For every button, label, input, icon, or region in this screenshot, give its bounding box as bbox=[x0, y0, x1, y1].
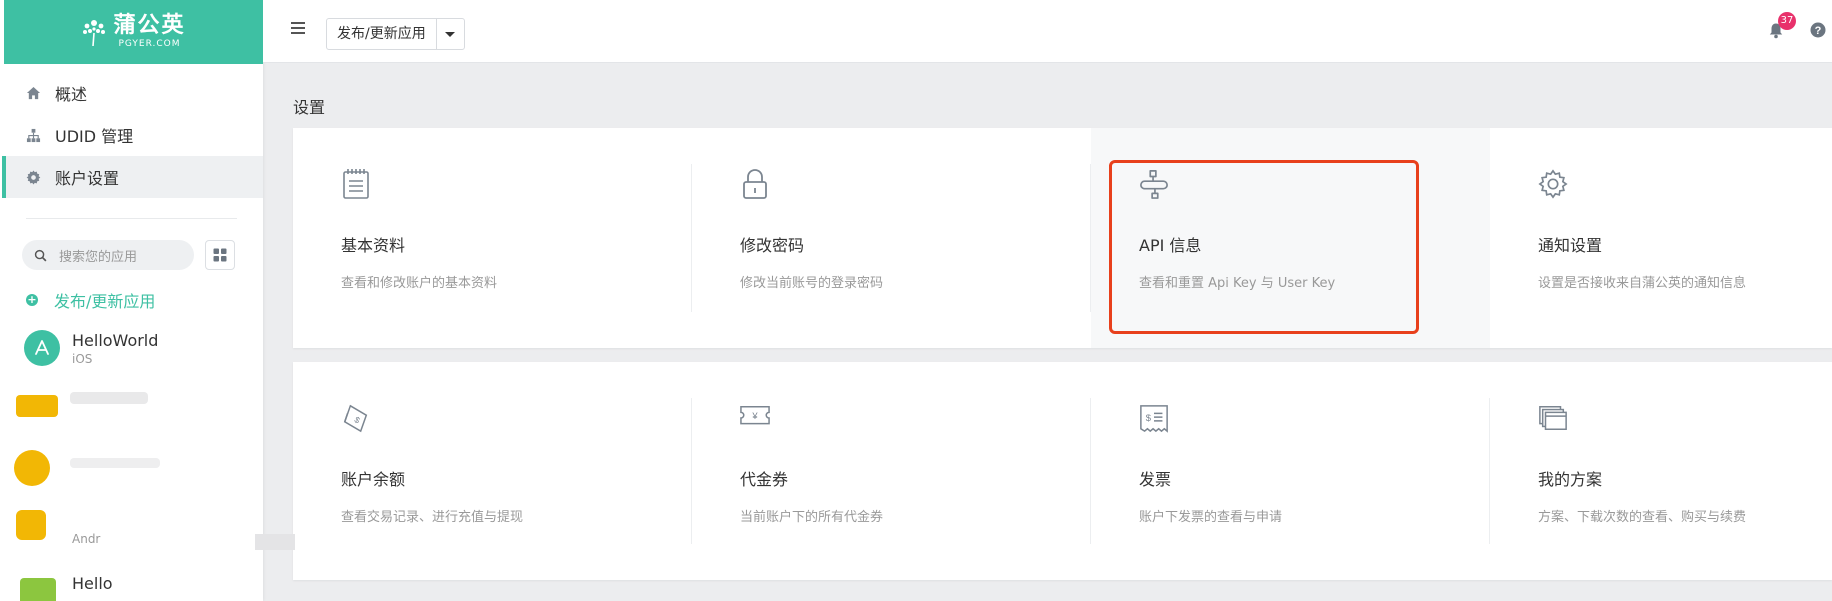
card-description: 查看交易记录、进行充值与提现 bbox=[341, 510, 524, 525]
notification-badge: 37 bbox=[1778, 12, 1796, 30]
app-name-blurred bbox=[70, 392, 148, 404]
card-my-plans[interactable]: 我的方案 方案、下载次数的查看、购买与续费 bbox=[1490, 362, 1832, 580]
card-title: 代金券 bbox=[740, 470, 789, 489]
publish-app-link[interactable]: + 发布/更新应用 bbox=[26, 288, 155, 312]
card-description: 查看和重置 Api Key 与 User Key bbox=[1139, 276, 1336, 291]
card-title: 账户余额 bbox=[341, 470, 406, 489]
sidebar-item-label: 概述 bbox=[55, 85, 88, 104]
app-avatar-blurred bbox=[16, 395, 58, 417]
help-icon[interactable]: ? bbox=[1810, 22, 1826, 38]
notepad-icon bbox=[343, 169, 369, 199]
grid-view-button[interactable] bbox=[205, 240, 235, 270]
plans-icon bbox=[1539, 406, 1567, 430]
app-search-row: 搜索您的应用 bbox=[22, 240, 235, 270]
search-placeholder: 搜索您的应用 bbox=[59, 249, 138, 265]
chevron-down-icon[interactable] bbox=[435, 19, 464, 49]
settings-panel-row-2: $ 账户余额 查看交易记录、进行充值与提现 ¥ 代金券 当前账户下的所有代金券 … bbox=[293, 362, 1832, 580]
card-description: 账户下发票的查看与申请 bbox=[1139, 510, 1283, 525]
app-store-icon bbox=[24, 330, 60, 366]
gear-icon bbox=[26, 169, 41, 185]
sidebar-divider bbox=[26, 218, 237, 219]
app-avatar-blurred bbox=[20, 578, 56, 601]
card-basic-profile[interactable]: 基本资料 查看和修改账户的基本资料 bbox=[293, 128, 692, 348]
brand-name: 蒲公英 bbox=[113, 13, 186, 38]
sidebar-item-account-settings[interactable]: 账户设置 bbox=[2, 156, 263, 198]
card-vouchers[interactable]: ¥ 代金券 当前账户下的所有代金券 bbox=[692, 362, 1091, 580]
card-title: API 信息 bbox=[1139, 236, 1202, 255]
blurred-artifact bbox=[255, 534, 295, 550]
search-icon bbox=[34, 249, 47, 261]
sidebar-item-label: 账户设置 bbox=[55, 169, 120, 188]
app-platform: iOS bbox=[72, 351, 93, 366]
card-invoice[interactable]: $ 发票 账户下发票的查看与申请 bbox=[1091, 362, 1490, 580]
card-notification-settings[interactable]: 通知设置 设置是否接收来自蒲公英的通知信息 bbox=[1490, 128, 1832, 348]
grid-icon bbox=[213, 248, 227, 262]
plus-circle-icon: + bbox=[26, 293, 38, 306]
app-list-item[interactable]: Hello bbox=[72, 574, 113, 593]
sidebar-item-label: UDID 管理 bbox=[55, 127, 134, 146]
dandelion-icon bbox=[83, 20, 106, 47]
page-title: 设置 bbox=[293, 98, 326, 117]
lock-icon bbox=[743, 169, 767, 199]
app-avatar-blurred bbox=[14, 450, 50, 486]
sitemap-icon bbox=[26, 128, 41, 142]
card-title: 通知设置 bbox=[1538, 236, 1603, 255]
card-title: 修改密码 bbox=[740, 236, 805, 255]
invoice-icon: $ bbox=[1140, 405, 1168, 433]
sidebar-nav: 概述 UDID 管理 账户设置 bbox=[2, 72, 263, 198]
home-icon bbox=[26, 86, 41, 99]
card-description: 查看和修改账户的基本资料 bbox=[341, 276, 498, 291]
app-avatar-blurred bbox=[16, 510, 46, 540]
card-title: 我的方案 bbox=[1538, 470, 1603, 489]
sidebar-item-udid[interactable]: UDID 管理 bbox=[4, 114, 263, 156]
top-header: 发布/更新应用 37 ? bbox=[263, 0, 1832, 63]
card-change-password[interactable]: 修改密码 修改当前账号的登录密码 bbox=[692, 128, 1091, 348]
card-description: 当前账户下的所有代金券 bbox=[740, 510, 884, 525]
svg-text:$: $ bbox=[1146, 413, 1152, 423]
settings-panel-row-1: 基本资料 查看和修改账户的基本资料 修改密码 修改当前账号的登录密码 API 信… bbox=[293, 128, 1832, 348]
svg-text:¥: ¥ bbox=[751, 411, 758, 421]
menu-toggle-icon[interactable] bbox=[291, 22, 305, 37]
voucher-icon: ¥ bbox=[740, 406, 770, 425]
card-api-info[interactable]: API 信息 查看和重置 Api Key 与 User Key bbox=[1091, 128, 1490, 348]
card-title: 发票 bbox=[1139, 470, 1172, 489]
sidebar: 蒲公英 PGYER.COM 概述 UDID 管理 账户设置 搜索您的应用 + 发… bbox=[0, 0, 263, 601]
app-search-input[interactable]: 搜索您的应用 bbox=[22, 240, 194, 270]
app-name-blurred bbox=[70, 458, 160, 468]
svg-text:?: ? bbox=[1815, 25, 1822, 37]
card-account-balance[interactable]: $ 账户余额 查看交易记录、进行充值与提现 bbox=[293, 362, 692, 580]
svg-text:$: $ bbox=[353, 414, 362, 425]
sidebar-item-overview[interactable]: 概述 bbox=[4, 72, 263, 114]
app-select-value: 发布/更新应用 bbox=[337, 26, 426, 42]
app-name: HelloWorld bbox=[72, 330, 159, 350]
money-note-icon: $ bbox=[343, 404, 368, 433]
app-platform: Andr bbox=[72, 532, 101, 546]
brand-domain: PGYER.COM bbox=[118, 39, 181, 49]
cog-icon bbox=[1538, 169, 1568, 199]
app-name: Hello bbox=[72, 574, 113, 593]
card-description: 修改当前账号的登录密码 bbox=[740, 276, 884, 291]
app-select-dropdown[interactable]: 发布/更新应用 bbox=[326, 18, 465, 50]
card-description: 设置是否接收来自蒲公英的通知信息 bbox=[1538, 276, 1747, 291]
brand-logo[interactable]: 蒲公英 PGYER.COM bbox=[4, 0, 263, 64]
publish-label: 发布/更新应用 bbox=[54, 292, 156, 311]
card-description: 方案、下载次数的查看、购买与续费 bbox=[1538, 510, 1747, 525]
app-list-item[interactable]: Andr bbox=[72, 530, 100, 546]
card-title: 基本资料 bbox=[341, 236, 406, 255]
app-list-item[interactable]: HelloWorld iOS bbox=[24, 330, 158, 366]
api-plug-icon bbox=[1140, 170, 1168, 199]
